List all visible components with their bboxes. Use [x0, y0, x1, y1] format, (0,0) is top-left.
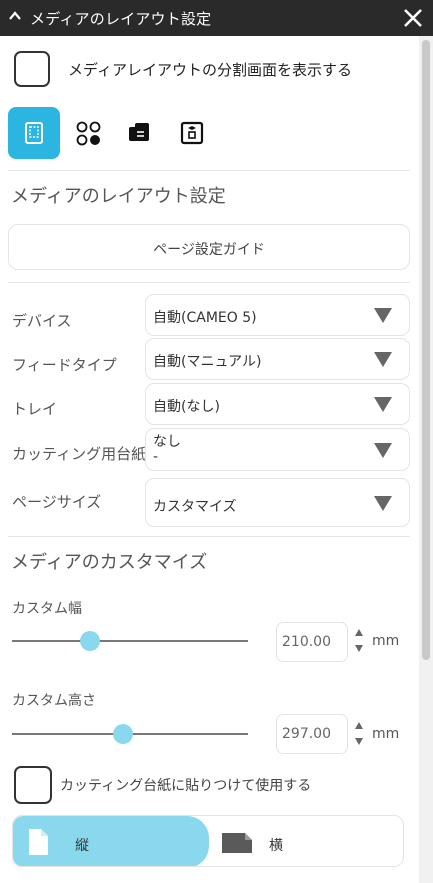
chevron-down-icon [374, 308, 392, 323]
use-with-mat-checkbox[interactable] [14, 766, 52, 804]
cutting-mat-value: なし [153, 434, 181, 450]
tray-label: トレイ [12, 400, 58, 418]
tab-roll[interactable] [113, 107, 165, 159]
cutting-mat-label: カッティング用台紙 [12, 445, 147, 463]
scrollbar-thumb[interactable] [422, 40, 430, 660]
landscape-button[interactable]: 横 [209, 816, 403, 866]
custom-width-label: カスタム幅 [12, 601, 82, 617]
tab-page-setup[interactable] [8, 107, 60, 159]
custom-width-slider-thumb[interactable] [79, 631, 100, 651]
custom-width-spinner[interactable] [354, 626, 364, 656]
page-setup-guide-label: ページ設定ガイド [153, 242, 265, 258]
page-setup-icon [25, 122, 43, 144]
device-value: 自動(CAMEO 5) [153, 310, 257, 326]
page-size-select[interactable]: カスタマイズ [145, 478, 410, 527]
chevron-down-icon [374, 496, 392, 511]
feed-type-select[interactable]: 自動(マニュアル) [145, 338, 410, 380]
feed-type-value: 自動(マニュアル) [153, 354, 262, 370]
page-size-label: ページサイズ [12, 493, 102, 511]
orientation-toggle: 縦 横 [12, 815, 404, 867]
section-heading-customize: メディアのカスタマイズ [11, 552, 208, 573]
title-bar: メディアのレイアウト設定 [0, 0, 433, 36]
tray-value: 自動(なし) [153, 399, 220, 415]
tab-registration[interactable] [166, 107, 218, 159]
portrait-button[interactable]: 縦 [13, 816, 209, 866]
feed-type-label: フィードタイプ [12, 356, 117, 374]
cutting-mat-value-sub: - [153, 449, 159, 465]
split-view-label: メディアレイアウトの分割画面を表示する [68, 61, 352, 79]
divider [8, 536, 410, 537]
page-size-value: カスタマイズ [153, 499, 237, 515]
custom-width-input[interactable]: 210.00 [276, 622, 348, 662]
portrait-label: 縦 [75, 838, 89, 854]
device-select[interactable]: 自動(CAMEO 5) [145, 294, 410, 336]
tab-mats[interactable] [62, 107, 114, 159]
cutting-mat-select[interactable]: なし - [145, 428, 410, 471]
landscape-page-icon [222, 833, 252, 853]
custom-width-slider-track[interactable] [12, 640, 248, 642]
collapse-caret-icon[interactable] [8, 9, 22, 23]
tray-select[interactable]: 自動(なし) [145, 383, 410, 425]
portrait-page-icon [29, 829, 48, 855]
split-view-checkbox[interactable] [14, 51, 50, 87]
use-with-mat-label: カッティング台紙に貼りつけて使用する [60, 778, 312, 794]
landscape-label: 横 [269, 838, 283, 854]
close-icon[interactable] [401, 6, 425, 30]
chevron-down-icon [374, 443, 392, 458]
panel-title: メディアのレイアウト設定 [30, 10, 212, 28]
custom-height-value: 297.00 [282, 726, 331, 742]
custom-height-slider-thumb[interactable] [112, 724, 133, 744]
page-setup-guide-button[interactable]: ページ設定ガイド [8, 224, 410, 270]
custom-height-unit: mm [372, 726, 400, 742]
roll-media-icon [129, 123, 149, 141]
registration-marks-icon [180, 121, 204, 145]
custom-width-value: 210.00 [282, 634, 331, 650]
chevron-down-icon [374, 352, 392, 367]
dots-grid-icon [76, 121, 101, 146]
custom-height-label: カスタム高さ [12, 693, 96, 709]
section-heading-media-layout: メディアのレイアウト設定 [11, 186, 226, 207]
chevron-down-icon [374, 397, 392, 412]
device-label: デバイス [12, 312, 72, 330]
scrollbar[interactable] [419, 36, 433, 883]
custom-height-input[interactable]: 297.00 [276, 714, 348, 754]
custom-height-spinner[interactable] [354, 719, 364, 749]
divider [8, 282, 410, 283]
custom-width-unit: mm [372, 633, 400, 649]
divider [8, 170, 410, 171]
